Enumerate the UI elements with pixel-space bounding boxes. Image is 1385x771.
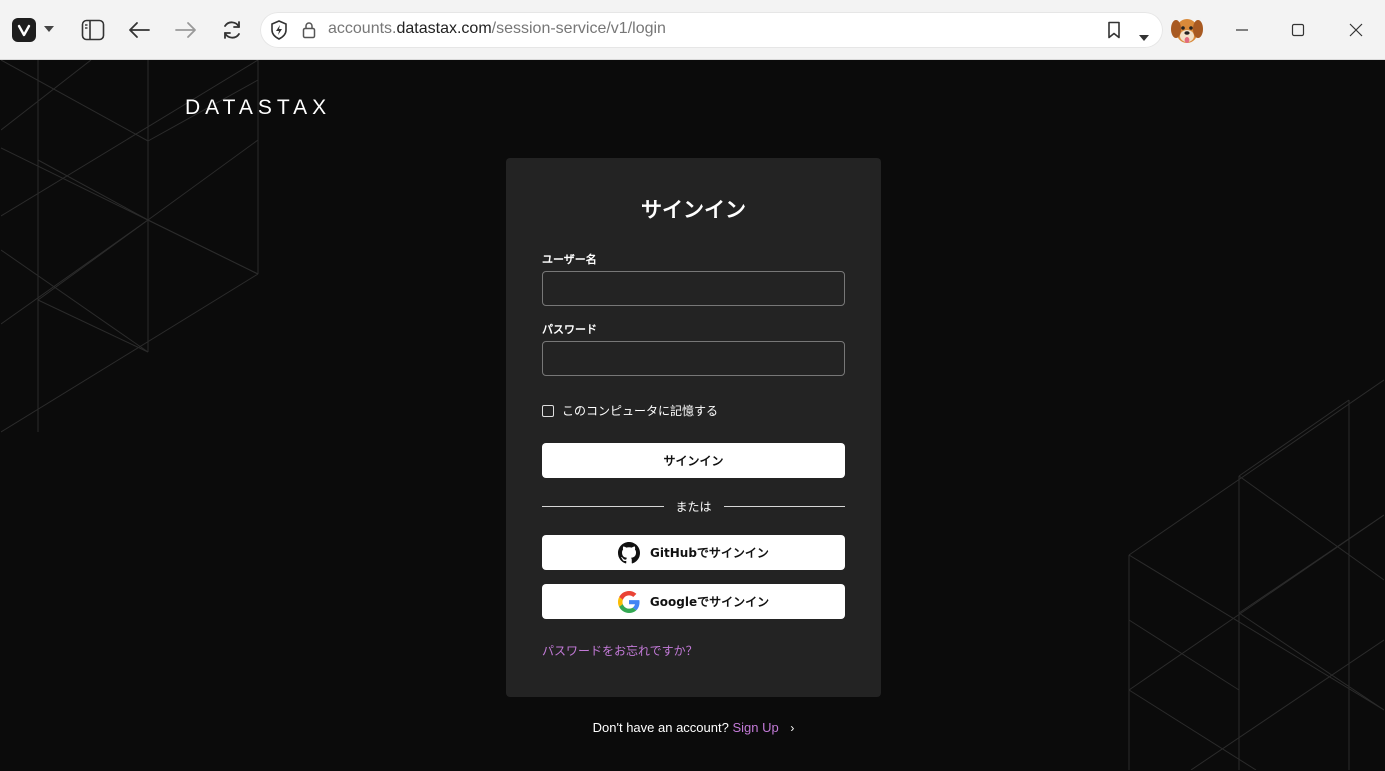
remember-me-checkbox[interactable] — [542, 404, 554, 417]
signin-card: サインイン ユーザー名 パスワード このコンピュータに記憶する サインイン また… — [506, 158, 881, 697]
bookmark-icon[interactable] — [1107, 21, 1121, 43]
url-text[interactable]: accounts.datastax.com/session-service/v1… — [328, 20, 666, 38]
forward-arrow-icon[interactable] — [170, 14, 202, 46]
card-title: サインイン — [641, 198, 746, 222]
signup-prompt: Don't have an account? — [592, 720, 729, 735]
vivaldi-menu-caret-icon[interactable] — [44, 26, 54, 32]
or-divider: または — [542, 498, 846, 514]
chevron-right-icon[interactable]: › — [790, 721, 794, 735]
login-page: DATASTAX サインイン ユーザー名 パスワード このコンピュータに記憶する… — [1, 60, 1384, 770]
minimize-icon[interactable] — [1226, 14, 1258, 46]
remember-me-row[interactable]: このコンピュータに記憶する — [542, 402, 718, 419]
divider-text: または — [675, 499, 712, 514]
github-signin-button[interactable]: GitHubでサインイン — [542, 535, 845, 570]
google-icon — [617, 590, 640, 613]
reload-icon[interactable] — [216, 14, 248, 46]
signup-link[interactable]: Sign Up — [732, 720, 778, 735]
close-icon[interactable] — [1340, 14, 1372, 46]
signup-row: Don't have an account? Sign Up › — [1, 720, 1384, 735]
github-button-label: GitHubでサインイン — [650, 546, 769, 560]
dropdown-caret-icon[interactable] — [1138, 27, 1150, 46]
username-label: ユーザー名 — [542, 253, 597, 266]
divider-line-left — [542, 505, 664, 507]
github-icon — [618, 541, 641, 563]
password-field[interactable] — [542, 341, 845, 376]
browser-toolbar: accounts.datastax.com/session-service/v1… — [0, 0, 1385, 60]
profile-avatar[interactable] — [1169, 12, 1205, 48]
divider-line-right — [723, 505, 846, 507]
google-button-label: Googleでサインイン — [649, 595, 770, 609]
back-arrow-icon[interactable] — [123, 14, 155, 46]
username-field[interactable] — [542, 271, 845, 306]
datastax-logo[interactable]: DATASTAX — [185, 96, 331, 120]
vivaldi-logo-icon[interactable] — [12, 18, 36, 42]
shield-icon[interactable] — [270, 20, 288, 44]
remember-me-label[interactable]: このコンピュータに記憶する — [562, 402, 718, 419]
lock-icon — [302, 21, 316, 43]
url-host: datastax.com — [396, 20, 492, 37]
signin-button[interactable]: サインイン — [542, 443, 845, 478]
forgot-password-link[interactable]: パスワードをお忘れですか？ — [542, 642, 698, 659]
url-path: /session-service/v1/login — [491, 20, 666, 37]
address-bar[interactable]: accounts.datastax.com/session-service/v1… — [260, 12, 1163, 48]
password-label: パスワード — [542, 323, 597, 336]
sidebar-toggle-icon[interactable] — [77, 14, 109, 46]
url-prefix: accounts. — [328, 20, 397, 37]
google-signin-button[interactable]: Googleでサインイン — [542, 584, 845, 619]
maximize-icon[interactable] — [1282, 14, 1314, 46]
